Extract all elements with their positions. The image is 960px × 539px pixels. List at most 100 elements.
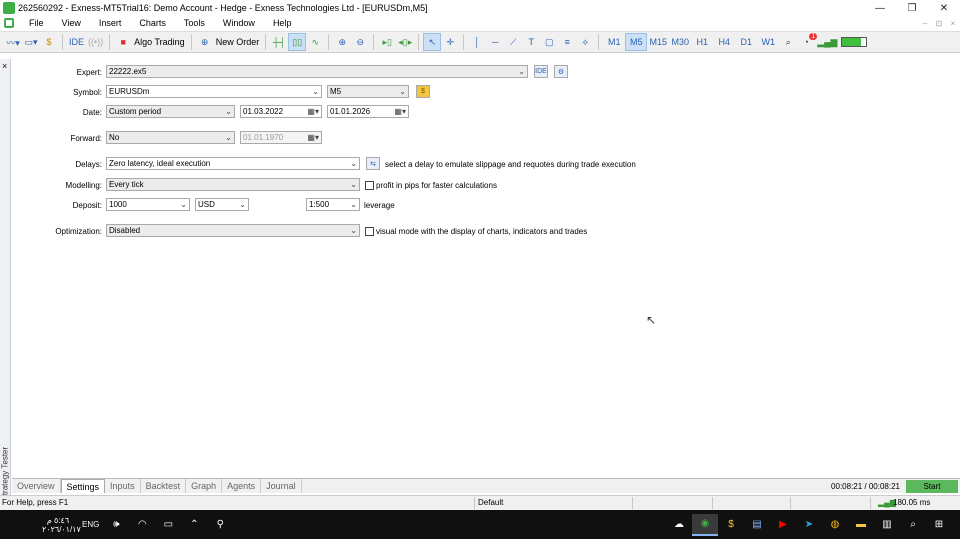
timeframe-h4[interactable]: H4 xyxy=(713,33,735,51)
menu-charts[interactable]: Charts xyxy=(130,18,175,28)
timeframe-m30[interactable]: M30 xyxy=(669,33,691,51)
text-tool-icon[interactable]: T xyxy=(522,33,540,51)
menu-help[interactable]: Help xyxy=(264,18,301,28)
template-icon[interactable]: ▭▾ xyxy=(22,33,40,51)
calendar-icon[interactable]: ▦▾ xyxy=(307,106,319,117)
chart-shift-icon[interactable]: ◂▯▸ xyxy=(396,33,414,51)
delays-label: Delays: xyxy=(75,160,102,169)
notifications-icon[interactable]: ◔ 1 xyxy=(797,33,818,51)
bar-chart-icon[interactable]: ┼┤ xyxy=(270,33,288,51)
mdi-minimize-button[interactable]: – xyxy=(918,19,932,28)
ide-open-button[interactable]: IDE xyxy=(534,65,548,78)
expert-value: 22222.ex5 xyxy=(109,67,147,76)
chrome-app-icon[interactable]: ◍ xyxy=(822,514,848,536)
wifi-icon[interactable]: ◠ xyxy=(129,514,155,536)
battery-tray-icon[interactable]: ▭ xyxy=(155,514,181,536)
vertical-line-icon[interactable]: │ xyxy=(468,33,486,51)
date-mode-value: Custom period xyxy=(109,107,162,116)
file-explorer-icon[interactable]: ▬ xyxy=(848,514,874,536)
zoom-out-icon[interactable]: ⊖ xyxy=(351,33,369,51)
symbol-spec-icon[interactable]: $ xyxy=(416,85,430,98)
tray-chevron-icon[interactable]: ⌃ xyxy=(181,514,207,536)
cursor-icon[interactable]: ↖ xyxy=(423,33,442,51)
trendline-icon[interactable]: ⟋ xyxy=(504,33,522,51)
date-from-picker[interactable]: 01.03.2022 ▦▾ xyxy=(240,105,322,118)
date-to-value: 01.01.2026 xyxy=(330,107,371,116)
currency-select[interactable]: USD ⌄ xyxy=(195,198,249,211)
timeframe-m1[interactable]: M1 xyxy=(603,33,625,51)
windows-start-icon[interactable]: ⊞ xyxy=(926,514,952,536)
timeframe-d1[interactable]: D1 xyxy=(735,33,757,51)
editor-app-icon[interactable]: ▤ xyxy=(744,514,770,536)
menu-file[interactable]: File xyxy=(20,18,53,28)
market-icon[interactable]: $ xyxy=(40,33,58,51)
timeframe-select[interactable]: M5 ⌄ xyxy=(327,85,409,98)
forward-value: No xyxy=(109,133,120,142)
chart-type-icon[interactable]: 〰▾ xyxy=(4,33,22,51)
channel-tool-icon[interactable]: ≡ xyxy=(558,33,576,51)
menu-view[interactable]: View xyxy=(53,18,90,28)
leverage-select[interactable]: 1:500 ⌄ xyxy=(306,198,360,211)
start-button[interactable]: Start xyxy=(906,479,958,493)
crosshair-icon[interactable]: ✛ xyxy=(441,33,459,51)
tab-graph[interactable]: Graph xyxy=(186,479,223,493)
delays-select[interactable]: Zero latency, ideal execution ⌄ xyxy=(106,157,360,170)
date-mode-select[interactable]: Custom period ⌄ xyxy=(106,105,235,118)
visual-mode-checkbox[interactable] xyxy=(365,227,374,236)
timeframe-m15[interactable]: M15 xyxy=(647,33,669,51)
youtube-app-icon[interactable]: ▶ xyxy=(770,514,796,536)
menu-window[interactable]: Window xyxy=(214,18,264,28)
task-view-icon[interactable]: ▥ xyxy=(874,514,900,536)
delay-settings-icon[interactable]: ⇆ xyxy=(366,157,380,170)
restore-button[interactable]: ❐ xyxy=(896,3,928,14)
taskbar-search-icon[interactable]: ⌕ xyxy=(900,514,926,536)
line-chart-icon[interactable]: ∿ xyxy=(306,33,324,51)
rectangle-tool-icon[interactable]: ▢ xyxy=(540,33,558,51)
metatrader-app-icon[interactable]: ◉ xyxy=(692,513,718,536)
expert-select[interactable]: 22222.ex5 ⌄ xyxy=(106,65,528,78)
shapes-tool-icon[interactable]: ⟡ xyxy=(576,33,594,51)
timeframe-h1[interactable]: H1 xyxy=(691,33,713,51)
close-icon[interactable]: × xyxy=(2,61,7,71)
weather-app-icon[interactable]: ☁ xyxy=(666,514,692,536)
tab-agents[interactable]: Agents xyxy=(222,479,262,493)
candlestick-icon[interactable]: ▯▯ xyxy=(288,33,307,51)
algo-trading-button[interactable]: Algo Trading xyxy=(132,33,187,51)
settings-gear-icon[interactable]: ⚙ xyxy=(554,65,568,78)
volume-icon[interactable]: 🕪 xyxy=(103,514,129,536)
date-to-picker[interactable]: 01.01.2026 ▦▾ xyxy=(327,105,409,118)
menu-insert[interactable]: Insert xyxy=(90,18,131,28)
language-indicator[interactable]: ENG xyxy=(82,520,99,529)
delays-value: Zero latency, ideal execution xyxy=(109,159,211,168)
people-icon[interactable]: ⚲ xyxy=(207,514,233,536)
deposit-select[interactable]: 1000 ⌄ xyxy=(106,198,190,211)
modelling-select[interactable]: Every tick ⌄ xyxy=(106,178,360,191)
menu-tools[interactable]: Tools xyxy=(175,18,214,28)
tab-journal[interactable]: Journal xyxy=(261,479,302,493)
tab-backtest[interactable]: Backtest xyxy=(141,479,187,493)
new-order-button[interactable]: New Order xyxy=(214,33,262,51)
market-app-icon[interactable]: $ xyxy=(718,514,744,536)
signal-icon[interactable]: ((•)) xyxy=(86,33,105,51)
mdi-close-button[interactable]: × xyxy=(946,19,960,28)
telegram-app-icon[interactable]: ➤ xyxy=(796,514,822,536)
close-button[interactable]: ✕ xyxy=(928,3,960,14)
ide-button[interactable]: IDE xyxy=(67,33,86,51)
minimize-button[interactable]: — xyxy=(864,3,896,14)
forward-select[interactable]: No ⌄ xyxy=(106,131,235,144)
calendar-icon[interactable]: ▦▾ xyxy=(394,106,406,117)
zoom-in-icon[interactable]: ⊕ xyxy=(333,33,351,51)
timeframe-m5[interactable]: M5 xyxy=(625,33,648,51)
optimization-label: Optimization: xyxy=(55,227,102,236)
search-icon[interactable]: ⌕ xyxy=(779,33,797,51)
horizontal-line-icon[interactable]: ─ xyxy=(486,33,504,51)
tab-settings[interactable]: Settings xyxy=(60,479,106,493)
mdi-restore-button[interactable]: ⊡ xyxy=(932,19,946,28)
optimization-select[interactable]: Disabled ⌄ xyxy=(106,224,360,237)
tab-overview[interactable]: Overview xyxy=(12,479,61,493)
profit-in-pips-checkbox[interactable] xyxy=(365,181,374,190)
autoscroll-icon[interactable]: ▸▯ xyxy=(378,33,396,51)
timeframe-w1[interactable]: W1 xyxy=(757,33,779,51)
symbol-select[interactable]: EURUSDm ⌄ xyxy=(106,85,322,98)
tab-inputs[interactable]: Inputs xyxy=(105,479,141,493)
